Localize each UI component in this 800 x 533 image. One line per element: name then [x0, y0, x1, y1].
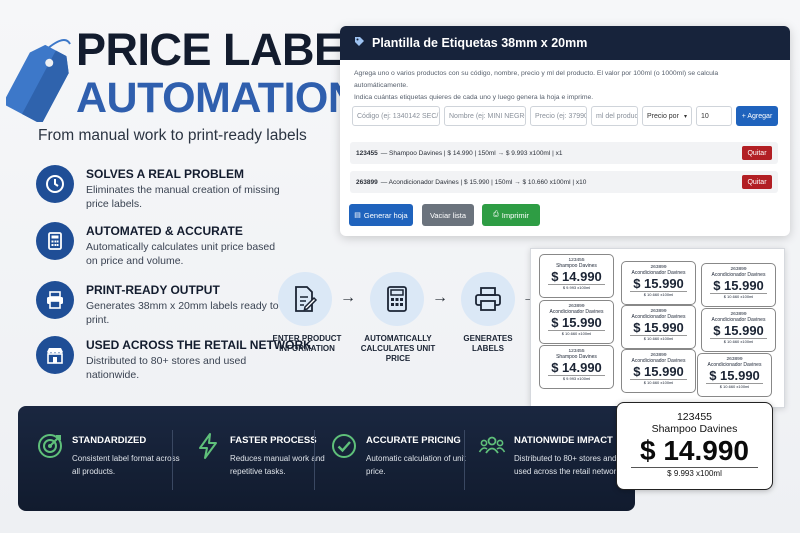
benefit-title: NATIONWIDE IMPACT — [514, 435, 613, 446]
document-icon: ▤ — [354, 212, 361, 219]
generate-sheet-button[interactable]: ▤ Generar hoja — [349, 204, 413, 226]
benefit-title: FASTER PROCESS — [230, 435, 317, 446]
price-label: 263899 Acondicionador Davines $ 15.990 $ 10… — [621, 349, 696, 393]
price-label: 123455 Shampoo Davines $ 14.990 $ 9.993 x10… — [539, 345, 614, 389]
price-label: 263899 Acondicionador Davines $ 15.990 $ 10… — [539, 300, 614, 344]
enlarged-price-label: 123455 Shampoo Davines $ 14.990 $ 9.993 … — [616, 402, 773, 490]
divider — [172, 430, 173, 490]
benefit-desc: Consistent label format across all produ… — [72, 454, 180, 476]
feature-item: AUTOMATED & ACCURATE Automatically calcu… — [36, 222, 286, 272]
feature-item: PRINT-READY OUTPUT Generates 38mm x 20mm… — [36, 281, 286, 331]
printer-icon: ⎙ — [493, 211, 499, 218]
tag-icon — [354, 36, 365, 50]
printer-icon — [36, 281, 74, 319]
benefit-desc: Reduces manual work and repetitive tasks… — [230, 454, 325, 476]
list-item: 123455— Shampoo Davines | $ 14.990 | 150… — [350, 142, 778, 164]
benefit-title: ACCURATE PRICING — [366, 435, 461, 446]
divider — [314, 430, 315, 490]
label-price: $ 14.990 — [640, 435, 749, 466]
store-icon — [36, 336, 74, 374]
price-label: 263899 Acondicionador Davines $ 15.990 $ 10… — [621, 305, 696, 349]
benefit-item: NATIONWIDE IMPACT Distributed to 80+ sto… — [478, 432, 623, 502]
clock-icon — [36, 165, 74, 203]
ml-input[interactable]: ml del produc — [591, 106, 638, 126]
lightning-icon — [199, 433, 217, 459]
price-label: 123455 Shampoo Davines $ 14.990 $ 9.993 x10… — [539, 254, 614, 298]
remove-button[interactable]: Quitar — [742, 175, 772, 189]
benefit-item: STANDARDIZED Consistent label format acr… — [36, 432, 181, 502]
name-input[interactable]: Nombre (ej: MINI NEGRO — [444, 106, 526, 126]
app-description: Agrega uno o varios productos con su cód… — [354, 70, 719, 101]
benefit-desc: Distributed to 80+ stores and used acros… — [514, 454, 623, 476]
feature-desc: Distributed to 80+ stores and used natio… — [86, 355, 247, 381]
arrow-right-icon: → — [340, 289, 356, 306]
chevron-down-icon: ▾ — [683, 113, 687, 120]
page-subtitle: From manual work to print-ready labels — [38, 127, 307, 144]
target-icon — [38, 434, 62, 458]
team-icon — [478, 436, 506, 454]
price-label: 263899 Acondicionador Davines $ 15.990 $ 10… — [697, 353, 772, 397]
feature-item: SOLVES A REAL PROBLEM Eliminates the man… — [36, 165, 286, 215]
calculator-icon — [36, 222, 74, 260]
feature-item: USED ACROSS THE RETAIL NETWORK Distribut… — [36, 336, 312, 386]
feature-desc: Automatically calculates unit price base… — [86, 241, 276, 267]
process-step-label: ENTER PRODUCT INFORMATION — [272, 334, 342, 353]
benefits-band: STANDARDIZED Consistent label format acr… — [18, 406, 635, 511]
process-step-label: GENERATES LABELS — [463, 334, 513, 353]
add-button[interactable]: + Agregar — [736, 106, 778, 126]
feature-title: AUTOMATED & ACCURATE — [86, 224, 243, 238]
feature-desc: Generates 38mm x 20mm labels ready to pr… — [86, 300, 279, 326]
price-tag-icon — [6, 39, 71, 122]
unit-select[interactable]: Precio por ▾ — [642, 106, 692, 126]
calculator-icon — [370, 272, 424, 326]
feature-title: SOLVES A REAL PROBLEM — [86, 167, 245, 181]
clear-list-button[interactable]: Vaciar lista — [422, 204, 474, 226]
divider — [464, 430, 465, 490]
price-input[interactable]: Precio (ej: 37990 — [530, 106, 587, 126]
price-label: 263899 Acondicionador Davines $ 15.990 $ 10… — [621, 261, 696, 305]
code-input[interactable]: Código (ej: 1340142 SEC/ — [352, 106, 440, 126]
label-product-name: Shampoo Davines — [651, 423, 738, 435]
printer-icon — [461, 272, 515, 326]
app-title: Plantilla de Etiquetas 38mm x 20mm — [372, 36, 588, 50]
label-template-app: Plantilla de Etiquetas 38mm x 20mm Agreg… — [340, 26, 790, 236]
arrow-right-icon: → — [432, 289, 448, 306]
check-circle-icon — [332, 434, 356, 458]
feature-title: PRINT-READY OUTPUT — [86, 283, 220, 297]
benefit-item: ACCURATE PRICING Automatic calculation o… — [330, 432, 475, 502]
quantity-input[interactable]: 10 — [696, 106, 732, 126]
app-header: Plantilla de Etiquetas 38mm x 20mm — [340, 26, 790, 60]
benefit-desc: Automatic calculation of unit price. — [366, 454, 466, 476]
benefit-item: FASTER PROCESS Reduces manual work and r… — [194, 432, 339, 502]
edit-document-icon — [278, 272, 332, 326]
label-sheet-preview: 123455 Shampoo Davines $ 14.990 $ 9.993 x10… — [530, 248, 785, 408]
print-button[interactable]: ⎙ Imprimir — [482, 204, 540, 226]
process-step-label: AUTOMATICALLY CALCULATES UNIT PRICE — [360, 334, 436, 363]
page-title-line-1: PRICE LABEL — [76, 24, 371, 75]
list-item: 263899— Acondicionador Davines | $ 15.99… — [350, 171, 778, 193]
label-unit-price: $ 9.993 x100ml — [631, 467, 758, 480]
price-label: 263899 Acondicionador Davines $ 15.990 $ 10… — [701, 263, 776, 307]
benefit-title: STANDARDIZED — [72, 435, 147, 446]
price-label: 263899 Acondicionador Davines $ 15.990 $ 10… — [701, 308, 776, 352]
feature-desc: Eliminates the manual creation of missin… — [86, 184, 280, 210]
label-code: 123455 — [676, 411, 713, 423]
remove-button[interactable]: Quitar — [742, 146, 772, 160]
